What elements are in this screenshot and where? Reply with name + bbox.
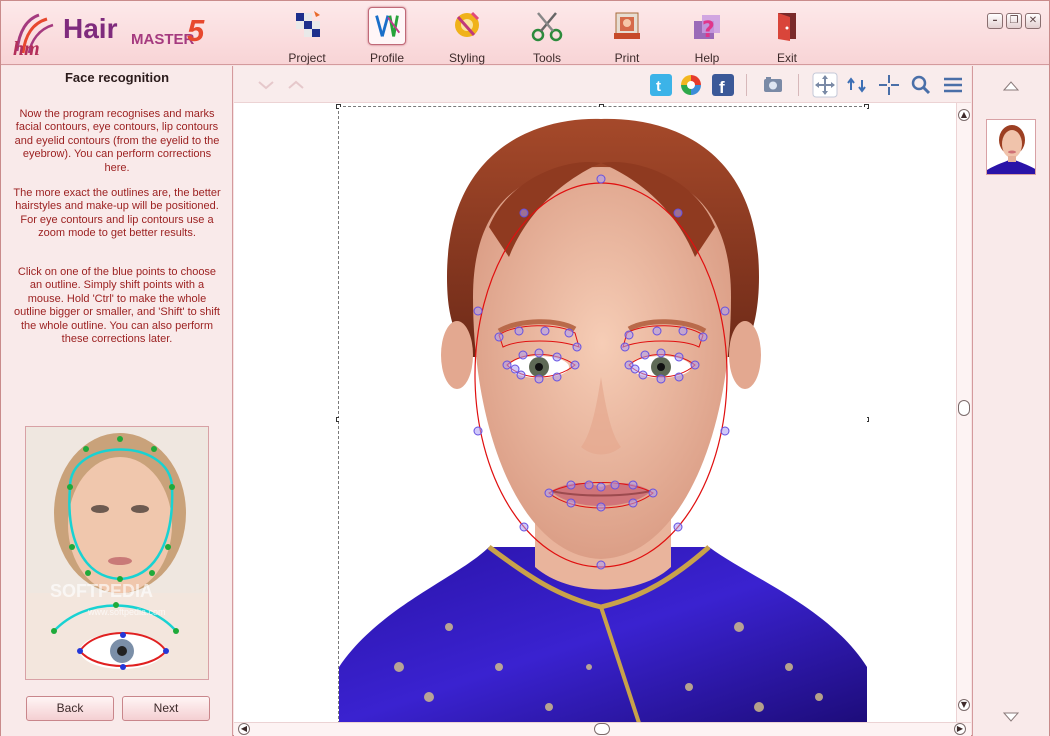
toolbar-styling-label: Styling — [448, 51, 486, 65]
thumbnail-panel — [972, 66, 1049, 736]
toolbar-tools-button[interactable]: Tools — [515, 5, 579, 65]
hm-logo-icon: hm — [13, 13, 54, 57]
back-button[interactable]: Back — [26, 696, 114, 721]
thumbnail-scroll-up-icon[interactable] — [1003, 80, 1019, 92]
minimize-button[interactable]: – — [987, 13, 1003, 29]
example-image: SOFTPEDIA www.softpedia.com — [25, 426, 209, 680]
photo-canvas[interactable] — [234, 103, 956, 723]
close-button[interactable]: ✕ — [1025, 13, 1041, 29]
printer-icon — [614, 12, 640, 39]
next-button[interactable]: Next — [122, 696, 210, 721]
question-icon: ? — [694, 15, 720, 43]
profile-lines-icon — [368, 7, 406, 45]
checkered-cube-icon — [296, 11, 320, 37]
instruction-paragraph-3: Click on one of the blue points to choos… — [14, 266, 220, 346]
logo-master-text: MASTER — [131, 31, 195, 48]
instructions-panel: Face recognition Now the program recogni… — [1, 66, 233, 736]
hairmaster-window: hm Hair MASTER 5 Project Profile Styling… — [0, 0, 1050, 736]
toolbar-print-button[interactable]: Print — [595, 5, 659, 65]
facebook-icon[interactable]: f — [712, 74, 734, 96]
svg-text:?: ? — [702, 18, 715, 43]
logo-hair-text: Hair — [63, 13, 118, 44]
move-icon[interactable] — [812, 72, 838, 98]
thumbnail-scroll-down-icon[interactable] — [1003, 711, 1019, 723]
toolbar-help-label: Help — [694, 51, 720, 65]
main-toolbar: hm Hair MASTER 5 Project Profile Styling… — [1, 1, 1049, 65]
photo-thumbnail[interactable] — [986, 119, 1036, 175]
toolbar-profile-label: Profile — [369, 51, 404, 65]
twitter-icon[interactable]: t — [650, 74, 672, 96]
horizontal-scroll-thumb[interactable] — [594, 723, 610, 735]
vertical-scrollbar[interactable]: ▲ ▼ — [956, 103, 971, 723]
door-exit-icon — [778, 13, 796, 41]
instruction-paragraph-1: Now the program recognises and marks fac… — [14, 108, 220, 174]
chevron-up-icon[interactable] — [286, 78, 306, 92]
crosshair-icon[interactable] — [878, 74, 900, 96]
toolbar-project-label: Project — [288, 51, 326, 65]
portrait-photo — [339, 107, 867, 723]
svg-text:hm: hm — [13, 38, 40, 57]
scissors-icon — [531, 12, 563, 42]
toolbar-styling-button[interactable]: Styling — [435, 5, 499, 65]
restore-button[interactable]: ❐ — [1006, 13, 1022, 29]
watermark-url-text: www.softpedia.com — [87, 607, 166, 617]
horizontal-scrollbar[interactable]: ◀ ▶ — [234, 722, 971, 736]
toolbar-help-button[interactable]: ? Help — [675, 5, 739, 65]
scroll-left-icon[interactable]: ◀ — [238, 723, 250, 735]
window-controls: – ❐ ✕ — [987, 13, 1041, 29]
toolbar-profile-button[interactable]: Profile — [355, 5, 419, 65]
svg-text:t: t — [656, 78, 661, 95]
scroll-up-icon[interactable]: ▲ — [958, 109, 970, 121]
example-face-illustration: SOFTPEDIA www.softpedia.com — [26, 427, 208, 679]
menu-icon[interactable] — [942, 74, 964, 96]
canvas-area: t f ▲ ▼ ◀ ▶ — [234, 66, 971, 736]
comb-icon — [455, 11, 480, 37]
instruction-paragraph-2: The more exact the outlines are, the bet… — [13, 187, 221, 240]
camera-icon[interactable] — [762, 74, 784, 96]
logo-version-text: 5 — [187, 13, 205, 48]
chevron-down-icon[interactable] — [256, 78, 276, 92]
toolbar-print-label: Print — [614, 51, 640, 65]
app-logo: hm Hair MASTER 5 — [9, 9, 219, 59]
picasa-icon[interactable] — [680, 74, 702, 96]
toolbar-tools-label: Tools — [532, 51, 561, 65]
toolbar-exit-label: Exit — [776, 51, 797, 65]
toolbar-exit-button[interactable]: Exit — [755, 5, 819, 65]
watermark-text: SOFTPEDIA — [50, 581, 153, 601]
thumbnail-image — [987, 120, 1035, 174]
scroll-right-icon[interactable]: ▶ — [954, 723, 966, 735]
panel-title: Face recognition — [64, 70, 170, 85]
vertical-scroll-thumb[interactable] — [958, 400, 970, 416]
zoom-icon[interactable] — [910, 74, 932, 96]
toolbar-project-button[interactable]: Project — [275, 5, 339, 65]
scroll-down-icon[interactable]: ▼ — [958, 699, 970, 711]
svg-text:f: f — [719, 78, 725, 96]
rotate-icon[interactable] — [846, 74, 868, 96]
canvas-toolbar: t f — [234, 66, 971, 103]
